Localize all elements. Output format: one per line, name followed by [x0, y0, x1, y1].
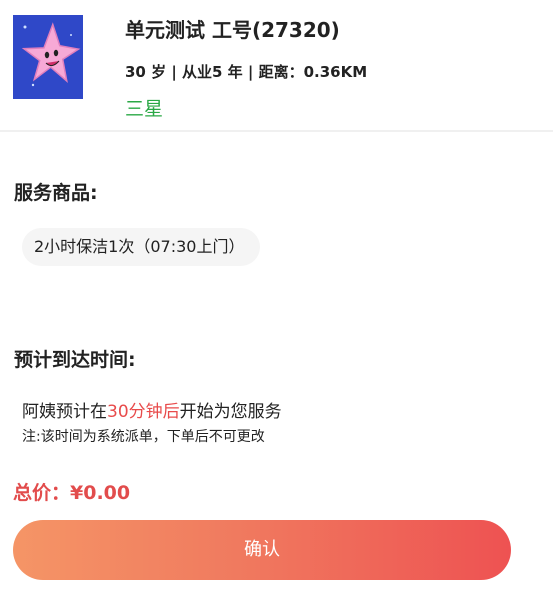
avatar — [13, 15, 83, 99]
arrival-text: 阿姨预计在30分钟后开始为您服务 — [22, 397, 282, 422]
worker-name: 单元测试 工号(27320) — [125, 18, 340, 42]
goods-item: 2小时保洁1次（07:30上门） — [22, 228, 261, 266]
star-avatar-icon — [13, 15, 83, 99]
arrival-title: 预计到达时间: — [14, 349, 136, 371]
worker-card: 单元测试 工号(27320) 30 岁 | 从业5 年 | 距离：0.36KM … — [0, 0, 553, 130]
goods-title: 服务商品: — [14, 182, 98, 204]
arrival-note: 注:该时间为系统派单，下单后不可更改 — [22, 429, 265, 445]
worker-level: 三星 — [125, 98, 164, 120]
arrival-text-suffix: 开始为您服务 — [179, 402, 282, 422]
divider — [0, 130, 553, 132]
confirm-button[interactable]: 确认 — [13, 520, 511, 580]
arrival-text-prefix: 阿姨预计在 — [22, 402, 107, 422]
arrival-time-highlight: 30分钟后 — [107, 402, 180, 422]
total-price: 总价：¥0.00 — [13, 482, 131, 504]
worker-info: 30 岁 | 从业5 年 | 距离：0.36KM — [125, 63, 368, 81]
